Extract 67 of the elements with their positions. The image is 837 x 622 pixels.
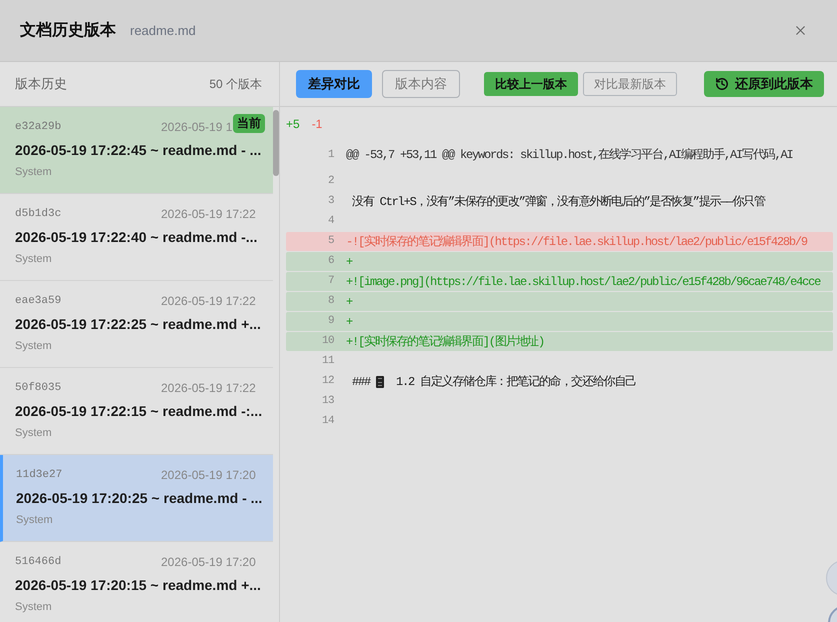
diff-line-text: + [346, 254, 352, 270]
file-name: readme.md [130, 22, 196, 40]
version-author: System [16, 513, 54, 527]
line-number: 5 [326, 234, 334, 250]
diff-line-text: -![实时保存的笔记编辑界面](https://file.lae.skillup.host/lae2/public/e15f428b/9 [346, 234, 807, 250]
version-summary: 2026-05-19 17:20:25 ~ readme.md - ... [16, 489, 263, 508]
version-summary: 2026-05-19 17:22:40 ~ readme.md -... [15, 228, 258, 247]
line-number: 9 [326, 314, 334, 330]
version-time: 2026-05-19 17:20 [161, 554, 256, 571]
line-number: 3 [326, 194, 334, 210]
version-time: 2026-05-19 17:22 [161, 293, 256, 310]
version-hash: 11d3e27 [16, 468, 62, 483]
line-number: 1 [326, 148, 334, 163]
diff-line-text: ### [351, 374, 370, 390]
sidebar-title: 版本历史 [15, 75, 67, 94]
scrollbar-thumb[interactable] [273, 110, 279, 176]
history-icon [715, 77, 729, 91]
added-count: +5 [286, 116, 300, 133]
version-author: System [15, 165, 53, 179]
diff-line-text: @@ -53,7 +53,11 @@ keywords: skillup.host,在线学习平台,AI编程助手,AI写代码,AI [346, 147, 792, 164]
version-author: System [15, 426, 53, 440]
version-author: System [15, 339, 53, 353]
line-number: 6 [326, 254, 334, 270]
close-icon [793, 23, 808, 38]
version-item[interactable]: e32a29b 2026-05-19 1 2026-05-19 17:22:45 ~ readme.md - ... System 当前 [0, 107, 273, 194]
restore-button[interactable]: 还原到此版本 [704, 71, 824, 97]
compare-mode-button[interactable]: 比较上一版本 [484, 72, 578, 96]
diff-line-text: +![image.png](https://file.lae.skillup.host/lae2/public/e15f428b/96cae748/e4cce [346, 274, 820, 290]
diff-line-text: +![实时保存的笔记编辑界面](图片地址) [346, 334, 544, 350]
version-hash: 50f8035 [15, 380, 62, 396]
version-time: 2026-05-19 17:22 [161, 380, 256, 397]
version-summary: 2026-05-19 17:22:25 ~ readme.md +... [15, 315, 262, 334]
line-number: 11 [320, 354, 334, 370]
version-hash: 516466d [15, 554, 62, 570]
line-number: 4 [326, 214, 334, 230]
version-summary: 2026-05-19 17:20:15 ~ readme.md +... [15, 576, 262, 595]
version-summary: 2026-05-19 17:22:15 ~ readme.md -:... [15, 402, 263, 421]
version-item[interactable]: eae3a59 2026-05-19 17:22 2026-05-19 17:22:25 ~ readme.md +... System [0, 281, 273, 368]
diff-line-text: + [346, 314, 352, 330]
current-badge: 当前 [233, 114, 265, 133]
dialog-title: 文档历史版本 [20, 20, 116, 40]
version-summary: 2026-05-19 17:22:45 ~ readme.md - ... [15, 141, 262, 160]
line-number: 8 [326, 294, 334, 310]
version-author: System [15, 600, 53, 614]
diff-line-text: 1.2 自定义存储仓库：把笔记的命，交还给你自己 [395, 374, 636, 390]
close-button[interactable] [793, 23, 808, 38]
version-item[interactable]: 11d3e27 2026-05-19 17:20 2026-05-19 17:20:25 ~ readme.md - ... System [0, 455, 273, 542]
version-item[interactable]: 516466d 2026-05-19 17:20 2026-05-19 17:20:15 ~ readme.md +... System [0, 542, 273, 622]
version-time: 2026-05-19 17:22 [161, 206, 256, 223]
view-tab[interactable]: 差异对比 [296, 70, 372, 98]
line-number: 14 [320, 414, 334, 430]
removed-count: -1 [312, 116, 322, 133]
version-count: 50 个版本 [209, 76, 262, 93]
version-time: 2026-05-19 1 [161, 119, 232, 136]
line-number: 2 [326, 174, 334, 190]
version-author: System [15, 252, 53, 266]
line-number: 7 [326, 274, 334, 290]
version-time: 2026-05-19 17:20 [161, 467, 256, 484]
version-hash: eae3a59 [15, 294, 62, 309]
diff-line-text: 没有 Ctrl+S，没有”未保存的更改”弹窗，没有意外断电后的”是否恢复”提示——你只管 [351, 194, 765, 210]
version-hash: d5b1d3c [15, 206, 62, 222]
diff-line-text: + [346, 294, 352, 310]
line-number: 10 [320, 334, 334, 350]
version-hash: e32a29b [15, 120, 62, 135]
version-item[interactable]: d5b1d3c 2026-05-19 17:22 2026-05-19 17:22:40 ~ readme.md -... System [0, 194, 273, 281]
line-number: 13 [320, 394, 334, 410]
line-number: 12 [320, 374, 334, 390]
